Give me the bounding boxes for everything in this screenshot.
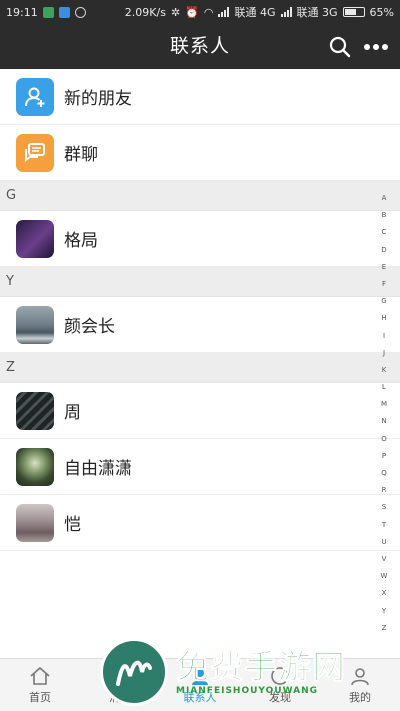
index-letter-w[interactable]: W [381,568,388,585]
index-letter-j[interactable]: J [383,345,385,362]
avatar [16,305,54,344]
index-letter-l[interactable]: L [382,379,386,396]
index-letter-f[interactable]: F [382,276,386,293]
group-chat-icon [16,133,54,172]
alarm-icon: ⏰ [185,5,199,19]
index-letter-d[interactable]: D [381,242,386,259]
index-letter-u[interactable]: U [381,534,386,551]
contact-list: 新的朋友 群聊 G 格局 Y 颜会长 Z 周 自由潇潇 恺 [0,69,400,551]
index-letter-s[interactable]: S [382,499,386,516]
section-header-y: Y [0,267,400,297]
battery-percent: 65% [369,5,394,19]
index-letter-e[interactable]: E [382,259,386,276]
contact-name: 恺 [64,515,81,535]
tab-home[interactable]: 首页 [0,659,80,711]
index-letter-h[interactable]: H [381,310,386,327]
add-friend-icon [16,77,54,116]
index-letter-o[interactable]: O [381,431,387,448]
carrier-1: 联通 4G [234,6,276,19]
shield-icon [42,6,54,18]
index-letter-n[interactable]: N [381,413,386,430]
index-letter-b[interactable]: B [382,207,387,224]
search-button[interactable] [326,33,354,61]
avatar [16,447,54,486]
index-letter-a[interactable]: A [382,190,387,207]
section-header-z: Z [0,353,400,383]
avatar [16,219,54,258]
index-letter-x[interactable]: X [382,585,387,602]
index-letter-r[interactable]: R [382,482,387,499]
index-letter-g[interactable]: G [381,293,386,310]
watermark-logo [100,638,168,706]
wifi-icon: ◠ [203,5,214,19]
index-letter-y[interactable]: Y [382,603,386,620]
alphabet-index[interactable]: ABCDEFGHIJKLMNOPQRSTUVWXYZ [376,190,392,637]
new-friends-item[interactable]: 新的朋友 [0,69,400,125]
more-button[interactable] [362,33,390,61]
group-chat-item[interactable]: 群聊 [0,125,400,181]
contact-row[interactable]: 周 [0,383,400,439]
status-time: 19:11 [6,5,38,19]
network-speed: 2.09K/s [124,5,166,19]
index-letter-m[interactable]: M [381,396,387,413]
index-letter-q[interactable]: Q [381,465,387,482]
avatar [16,391,54,430]
index-letter-t[interactable]: T [382,517,386,534]
contact-row[interactable]: 颜会长 [0,297,400,353]
signal-icon [218,7,230,17]
home-icon [30,666,50,685]
index-letter-c[interactable]: C [382,224,387,241]
contact-name: 自由潇潇 [64,459,132,479]
contact-name: 颜会长 [64,317,115,337]
index-letter-p[interactable]: P [382,448,386,465]
index-letter-v[interactable]: V [382,551,387,568]
list-item-label: 新的朋友 [64,89,132,109]
section-header-g: G [0,181,400,211]
contact-name: 格局 [64,231,98,251]
contact-row[interactable]: 格局 [0,211,400,267]
watermark: 免费手游网 MIANFEISHOUYOUWANG [100,633,400,711]
tab-label: 首页 [29,690,51,704]
signal-icon-2 [280,7,292,17]
battery-icon [342,7,365,17]
index-letter-i[interactable]: I [383,328,385,345]
app-notification-icon [58,6,70,18]
contact-name: 周 [64,403,81,423]
more-icon [364,44,388,50]
bluetooth-icon: ✲ [170,5,181,19]
avatar [16,503,54,542]
contact-row[interactable]: 恺 [0,495,400,551]
search-icon [329,36,351,58]
carrier-2: 联通 3G [296,6,338,19]
watermark-subtitle: MIANFEISHOUYOUWANG [176,686,318,696]
index-letter-k[interactable]: K [382,362,387,379]
watermark-title: 免费手游网 [176,647,346,686]
status-bar: 19:11 2.09K/s ✲ ⏰ ◠ 联通 4G 联通 3G 65% [0,0,400,24]
list-item-label: 群聊 [64,145,98,165]
app-header: 联系人 [0,24,400,69]
contact-row[interactable]: 自由潇潇 [0,439,400,495]
sync-icon [74,6,86,18]
